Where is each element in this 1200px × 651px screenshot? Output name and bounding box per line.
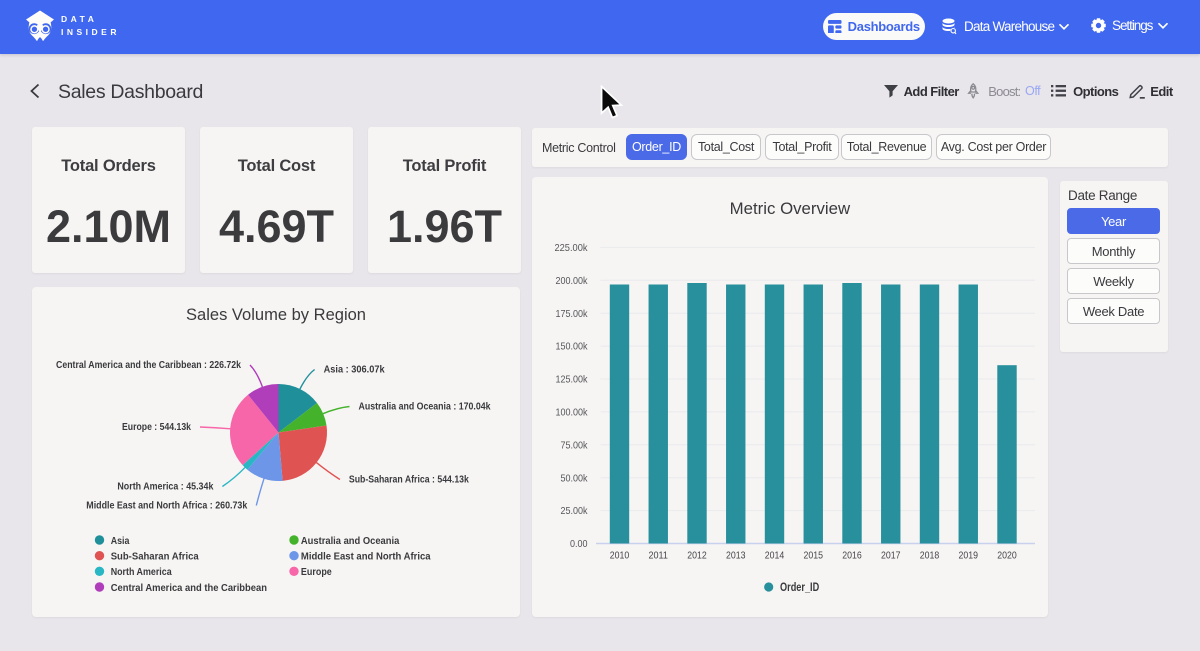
svg-text:Europe : 544.13k: Europe : 544.13k (122, 421, 191, 433)
svg-text:2015: 2015 (803, 550, 823, 562)
svg-text:Middle East and North Africa: Middle East and North Africa (301, 551, 431, 563)
svg-text:Sub-Saharan Africa : 544.13k: Sub-Saharan Africa : 544.13k (349, 474, 469, 486)
svg-text:2018: 2018 (920, 550, 940, 562)
svg-text:2020: 2020 (997, 550, 1017, 562)
svg-text:North America : 45.34k: North America : 45.34k (117, 481, 213, 493)
svg-text:125.00k: 125.00k (556, 374, 589, 386)
svg-text:2013: 2013 (726, 550, 746, 562)
svg-text:Australia and Oceania: Australia and Oceania (301, 535, 400, 547)
svg-text:2010: 2010 (610, 550, 630, 562)
svg-text:Sales Volume by Region: Sales Volume by Region (186, 305, 366, 324)
svg-text:Asia : 306.07k: Asia : 306.07k (324, 364, 385, 376)
svg-text:75.00k: 75.00k (561, 439, 589, 451)
svg-text:Order_ID: Order_ID (780, 580, 819, 594)
svg-text:Sub-Saharan Africa: Sub-Saharan Africa (111, 551, 199, 563)
svg-text:2011: 2011 (648, 550, 668, 562)
svg-text:25.00k: 25.00k (561, 505, 589, 517)
svg-text:Middle East and North Africa :: Middle East and North Africa : 260.73k (86, 500, 247, 512)
svg-text:2019: 2019 (958, 550, 978, 562)
svg-text:100.00k: 100.00k (556, 407, 589, 419)
svg-text:50.00k: 50.00k (561, 472, 589, 484)
svg-text:2017: 2017 (881, 550, 901, 562)
svg-text:225.00k: 225.00k (555, 242, 589, 254)
svg-text:200.00k: 200.00k (556, 275, 589, 287)
svg-text:Asia: Asia (111, 535, 130, 547)
svg-text:Australia and Oceania : 170.04: Australia and Oceania : 170.04k (359, 401, 491, 413)
svg-text:Europe: Europe (301, 566, 332, 578)
svg-text:Central America and the Caribb: Central America and the Caribbean : 226.… (56, 359, 241, 371)
svg-text:North America: North America (111, 566, 172, 578)
svg-text:Metric Overview: Metric Overview (730, 199, 851, 218)
svg-text:Central America and the Caribb: Central America and the Caribbean (111, 582, 267, 594)
svg-text:2012: 2012 (687, 550, 707, 562)
svg-text:175.00k: 175.00k (556, 308, 589, 320)
svg-text:2016: 2016 (842, 550, 862, 562)
svg-text:0.00: 0.00 (570, 538, 588, 550)
svg-text:2014: 2014 (765, 550, 785, 562)
svg-text:150.00k: 150.00k (556, 341, 589, 353)
